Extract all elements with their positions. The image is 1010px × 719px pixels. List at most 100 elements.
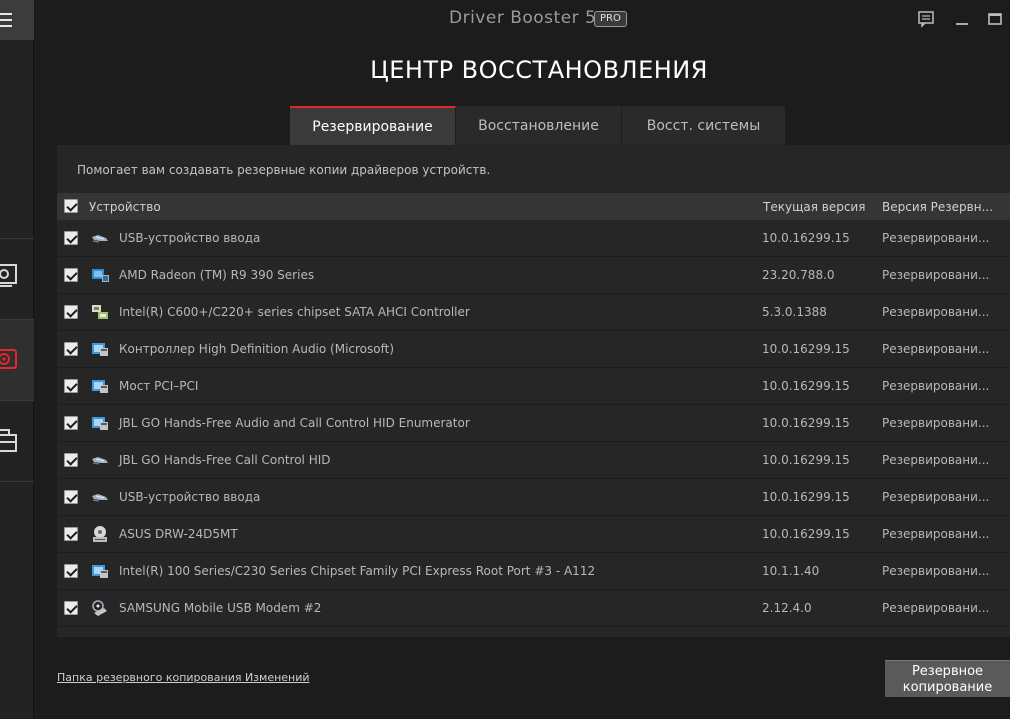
- pro-badge: PRO: [594, 11, 627, 27]
- backup-button[interactable]: Резервное копирование: [885, 660, 1010, 697]
- sidebar-item-toolbox[interactable]: [0, 401, 34, 481]
- device-name: JBL GO Hands-Free Audio and Call Control…: [119, 416, 470, 430]
- row-checkbox[interactable]: [64, 342, 78, 356]
- sidebar-item-rescue-center[interactable]: [0, 320, 34, 400]
- toolbox-icon: [0, 429, 17, 452]
- hamburger-icon-line: [0, 25, 12, 27]
- select-all-checkbox[interactable]: [64, 199, 78, 213]
- current-version: 5.3.0.1388: [762, 305, 827, 319]
- table-row[interactable]: JBL GO Hands-Free Call Control HID 10.0.1…: [57, 442, 1010, 479]
- device-name: AMD Radeon (TM) R9 390 Series: [119, 268, 315, 282]
- menu-button[interactable]: [0, 0, 34, 40]
- hid-icon: [90, 451, 110, 469]
- current-version: 10.0.16299.15: [762, 231, 850, 245]
- table-row[interactable]: USB-устройство ввода 10.0.16299.15 Резерви…: [57, 220, 1010, 257]
- sidebar-item-scan[interactable]: [0, 239, 34, 319]
- table-row[interactable]: SAMSUNG Mobile USB Modem #2 2.12.4.0 Резер…: [57, 590, 1010, 627]
- backup-status: Резервировани...: [882, 453, 990, 467]
- app-title: Driver Booster 5.1: [449, 8, 610, 28]
- backup-status: Резервировани...: [882, 527, 990, 541]
- tab-restore[interactable]: Восстановление: [456, 106, 622, 146]
- hid-icon: [90, 229, 110, 247]
- row-checkbox[interactable]: [64, 527, 78, 541]
- table-row[interactable]: JBL GO Hands-Free Audio and Call Control…: [57, 405, 1010, 442]
- current-version: 10.0.16299.15: [762, 490, 850, 504]
- backup-status: Резервировани...: [882, 416, 990, 430]
- panel-description: Помогает вам создавать резервные копии д…: [77, 163, 491, 177]
- device-list: USB-устройство ввода 10.0.16299.15 Резерви…: [57, 220, 1010, 627]
- backup-status: Резервировани...: [882, 601, 990, 615]
- row-checkbox[interactable]: [64, 305, 78, 319]
- app-name: Driver Booster 5: [449, 8, 597, 28]
- row-checkbox[interactable]: [64, 379, 78, 393]
- tab-backup[interactable]: Резервирование: [290, 106, 456, 146]
- device-name: Контроллер High Definition Audio (Micros…: [119, 342, 395, 356]
- device-name: ASUS DRW-24D5MT: [119, 527, 238, 541]
- tab-bar: Резервирование Восстановление Восст. сис…: [290, 106, 786, 146]
- current-version: 10.1.1.40: [762, 564, 820, 578]
- sidebar-divider: [0, 481, 34, 482]
- device-name: JBL GO Hands-Free Call Control HID: [119, 453, 331, 467]
- storage-controller-icon: [90, 303, 110, 321]
- backup-status: Резервировани...: [882, 564, 990, 578]
- backup-panel: Помогает вам создавать резервные копии д…: [57, 145, 1010, 637]
- table-row[interactable]: Мост PCI–PCI 10.0.16299.15 Резервировани..…: [57, 368, 1010, 405]
- hid-icon: [90, 488, 110, 506]
- row-checkbox[interactable]: [64, 268, 78, 282]
- current-version: 10.0.16299.15: [762, 527, 850, 541]
- current-version: 10.0.16299.15: [762, 453, 850, 467]
- row-checkbox[interactable]: [64, 490, 78, 504]
- device-name: Intel(R) 100 Series/C230 Series Chipset …: [119, 564, 596, 578]
- hamburger-icon-line: [0, 19, 12, 21]
- system-device-icon: [90, 377, 110, 395]
- row-checkbox[interactable]: [64, 231, 78, 245]
- row-checkbox[interactable]: [64, 416, 78, 430]
- tab-system-restore[interactable]: Восст. системы: [622, 106, 786, 146]
- backup-status: Резервировани...: [882, 342, 990, 356]
- current-version: 10.0.16299.15: [762, 416, 850, 430]
- device-name: Intel(R) C600+/C220+ series chipset SATA…: [119, 305, 470, 319]
- row-checkbox[interactable]: [64, 453, 78, 467]
- column-header-backup-version[interactable]: Версия Резервн...: [882, 200, 1002, 214]
- backup-status: Резервировани...: [882, 490, 990, 504]
- table-row[interactable]: Intel(R) C600+/C220+ series chipset SATA…: [57, 294, 1010, 331]
- row-checkbox[interactable]: [64, 601, 78, 615]
- row-checkbox[interactable]: [64, 564, 78, 578]
- table-row[interactable]: AMD Radeon (TM) R9 390 Series 23.20.788.0…: [57, 257, 1010, 294]
- table-row[interactable]: Intel(R) 100 Series/C230 Series Chipset …: [57, 553, 1010, 590]
- maximize-icon[interactable]: [986, 10, 1004, 28]
- rescue-icon: [0, 349, 17, 369]
- minimize-icon[interactable]: [953, 10, 971, 28]
- backup-status: Резервировани...: [882, 231, 990, 245]
- backup-status: Резервировани...: [882, 305, 990, 319]
- column-header-current-version[interactable]: Текущая версия: [763, 200, 865, 214]
- system-device-icon: [90, 562, 110, 580]
- device-name: SAMSUNG Mobile USB Modem #2: [119, 601, 322, 615]
- backup-folder-link[interactable]: Папка резервного копирования Изменений: [57, 671, 310, 684]
- sidebar: [0, 0, 34, 719]
- current-version: 10.0.16299.15: [762, 379, 850, 393]
- table-header: Устройство Текущая версия Версия Резервн…: [57, 193, 1010, 220]
- feedback-icon[interactable]: [917, 10, 935, 28]
- title-bar: Driver Booster 5.1 PRO: [34, 0, 1010, 40]
- system-device-icon: [90, 414, 110, 432]
- column-header-device[interactable]: Устройство: [89, 200, 161, 214]
- current-version: 23.20.788.0: [762, 268, 835, 282]
- modem-icon: [90, 599, 110, 617]
- monitor-gear-icon: [0, 264, 17, 287]
- backup-status: Резервировани...: [882, 268, 990, 282]
- device-name: USB-устройство ввода: [119, 231, 261, 245]
- table-row[interactable]: USB-устройство ввода 10.0.16299.15 Резерви…: [57, 479, 1010, 516]
- current-version: 10.0.16299.15: [762, 342, 850, 356]
- page-title: ЦЕНТР ВОССТАНОВЛЕНИЯ: [370, 56, 708, 84]
- device-name: USB-устройство ввода: [119, 490, 261, 504]
- display-adapter-icon: [90, 266, 110, 284]
- current-version: 2.12.4.0: [762, 601, 812, 615]
- table-row[interactable]: Контроллер High Definition Audio (Micros…: [57, 331, 1010, 368]
- backup-status: Резервировани...: [882, 379, 990, 393]
- hamburger-icon: [0, 13, 12, 15]
- device-name: Мост PCI–PCI: [119, 379, 199, 393]
- table-row[interactable]: ASUS DRW-24D5MT 10.0.16299.15 Резервирован…: [57, 516, 1010, 553]
- system-device-icon: [90, 340, 110, 358]
- optical-drive-icon: [90, 525, 110, 543]
